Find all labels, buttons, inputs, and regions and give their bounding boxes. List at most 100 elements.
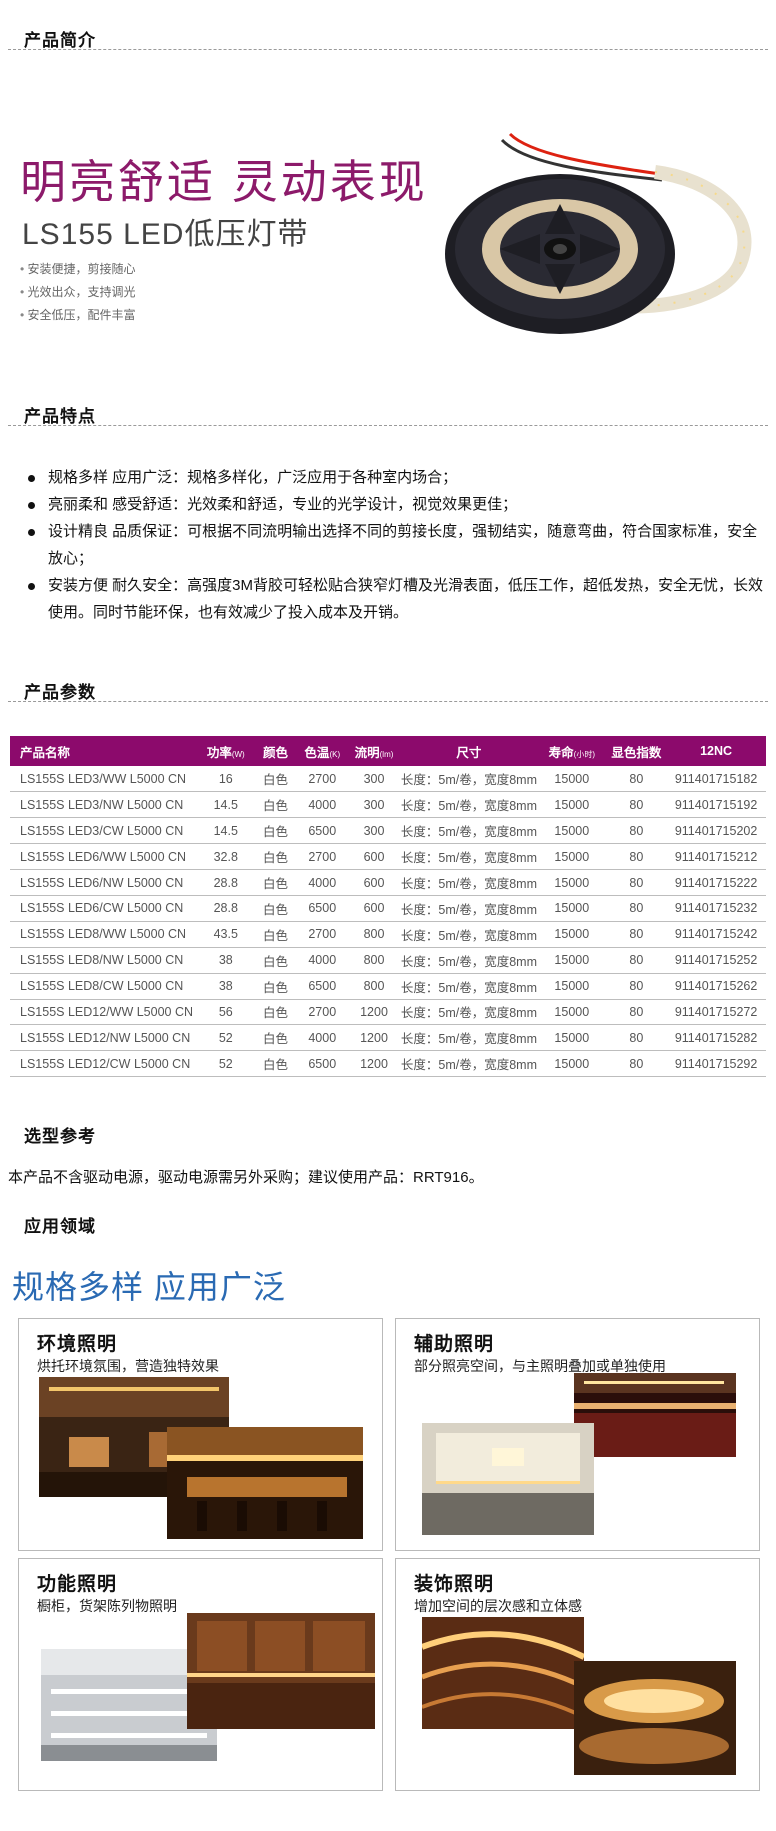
- table-cell: 28.8: [197, 869, 254, 896]
- table-row: LS155S LED12/NW L5000 CN 52 白色 4000 1200 长度：5…: [10, 1024, 766, 1052]
- feature-list: 规格多样 应用广泛：规格多样化，广泛应用于各种室内场合； 亮丽柔和 感受舒适：光…: [26, 464, 766, 626]
- table-cell: 80: [606, 791, 667, 819]
- table-cell: 911401715252: [666, 947, 766, 974]
- table-cell: 15000: [537, 843, 607, 871]
- table-cell: 56: [197, 999, 254, 1026]
- dashed-divider: [8, 49, 768, 50]
- table-cell: LS155S LED6/NW L5000 CN: [10, 869, 198, 896]
- table-cell: 15000: [537, 1024, 607, 1052]
- table-row: LS155S LED8/CW L5000 CN 38 白色 6500 800 长度：5m/…: [10, 973, 766, 1000]
- application-card-functional: 功能照明 橱柜，货架陈列物照明: [18, 1558, 383, 1791]
- table-cell: 长度：5m/卷，宽度8mm: [400, 999, 537, 1026]
- table-cell: 300: [347, 817, 401, 845]
- table-cell: 80: [606, 817, 667, 845]
- feature-item: 安装方便 耐久安全：高强度3M背胶可轻松贴合狭窄灯槽及光滑表面，低压工作，超低发…: [28, 572, 766, 626]
- table-row: LS155S LED12/WW L5000 CN 56 白色 2700 1200 长度：5…: [10, 999, 766, 1026]
- table-cell: 800: [347, 973, 401, 1000]
- table-cell: 911401715222: [666, 869, 766, 896]
- table-cell: 28.8: [197, 895, 254, 922]
- table-cell: LS155S LED8/NW L5000 CN: [10, 947, 198, 974]
- table-cell: 600: [347, 895, 401, 922]
- table-cell: 32.8: [197, 843, 254, 871]
- table-cell: 911401715202: [666, 817, 766, 845]
- section-header-params: 产品参数: [0, 670, 776, 704]
- hero-bullet: 安全低压，配件丰富: [20, 304, 136, 327]
- card-title: 辅助照明: [414, 1334, 495, 1355]
- column-header-label: 寿命: [548, 745, 574, 760]
- column-header-label: 功率: [206, 745, 232, 760]
- table-row: LS155S LED8/WW L5000 CN 43.5 白色 2700 800 长度：5…: [10, 921, 766, 948]
- table-cell: 80: [606, 766, 667, 793]
- table-row: LS155S LED6/WW L5000 CN 32.8 白色 2700 600 长度：5…: [10, 843, 766, 871]
- table-cell: 白色: [253, 947, 298, 974]
- column-header: 产品名称: [10, 736, 198, 766]
- application-card-ambient: 环境照明 烘托环境氛围，营造独特效果: [18, 1318, 383, 1551]
- table-row: LS155S LED6/NW L5000 CN 28.8 白色 4000 600 长度：5…: [10, 869, 766, 896]
- table-cell: 80: [606, 1024, 667, 1052]
- card-description: 烘托环境氛围，营造独特效果: [37, 1358, 219, 1374]
- column-header-label: 12NC: [700, 744, 733, 758]
- table-cell: 4000: [297, 947, 348, 974]
- table-cell: 长度：5m/卷，宽度8mm: [400, 895, 537, 922]
- wave-ceiling-photo: [574, 1661, 736, 1775]
- table-cell: 15000: [537, 973, 607, 1000]
- column-header: 12NC: [666, 736, 766, 766]
- table-cell: 38: [197, 973, 254, 1000]
- table-cell: 911401715192: [666, 791, 766, 819]
- column-header-unit: (W): [231, 749, 245, 759]
- table-cell: LS155S LED8/CW L5000 CN: [10, 973, 198, 1000]
- feature-item: 规格多样 应用广泛：规格多样化，广泛应用于各种室内场合；: [28, 464, 766, 491]
- table-cell: 80: [606, 973, 667, 1000]
- table-cell: 911401715282: [666, 1024, 766, 1052]
- table-cell: 2700: [297, 999, 348, 1026]
- section-header-selection: 选型参考: [0, 1114, 776, 1148]
- table-cell: 4000: [297, 869, 348, 896]
- table-cell: 白色: [253, 817, 298, 845]
- application-card-auxiliary: 辅助照明 部分照亮空间，与主照明叠加或单独使用: [395, 1318, 760, 1551]
- table-cell: 4000: [297, 1024, 348, 1052]
- table-cell: 16: [197, 766, 254, 793]
- table-cell: 80: [606, 843, 667, 871]
- table-cell: 长度：5m/卷，宽度8mm: [400, 791, 537, 819]
- section-header-application: 应用领域: [0, 1204, 776, 1238]
- card-title: 装饰照明: [414, 1574, 495, 1595]
- table-cell: 800: [347, 921, 401, 948]
- table-cell: 15000: [537, 766, 607, 793]
- column-header-label: 显色指数: [611, 745, 662, 760]
- application-card-decorative: 装饰照明 增加空间的层次感和立体感: [395, 1558, 760, 1791]
- section-title: 应用领域: [24, 1217, 96, 1236]
- table-cell: 2700: [297, 766, 348, 793]
- table-cell: 911401715232: [666, 895, 766, 922]
- section-header-features: 产品特点: [0, 394, 776, 428]
- table-cell: 80: [606, 947, 667, 974]
- table-cell: 80: [606, 999, 667, 1026]
- table-body: LS155S LED3/WW L5000 CN 16 白色 2700 300 长度：5m/…: [10, 766, 766, 1078]
- table-cell: 白色: [253, 766, 298, 793]
- table-cell: 白色: [253, 1024, 298, 1052]
- card-title: 环境照明: [37, 1334, 118, 1355]
- column-header: 寿命(小时): [537, 736, 607, 766]
- table-cell: LS155S LED6/CW L5000 CN: [10, 895, 198, 922]
- table-cell: 6500: [297, 895, 348, 922]
- column-header: 显色指数: [606, 736, 667, 766]
- table-cell: 300: [347, 791, 401, 819]
- kitchen-cabinet-photo: [187, 1613, 375, 1729]
- table-cell: 43.5: [197, 921, 254, 948]
- table-cell: 6500: [297, 817, 348, 845]
- table-cell: 白色: [253, 1050, 298, 1078]
- table-cell: 15000: [537, 947, 607, 974]
- table-cell: 15000: [537, 869, 607, 896]
- table-cell: 80: [606, 1050, 667, 1078]
- hero-headline: 明亮舒适 灵动表现: [20, 156, 428, 208]
- table-cell: 长度：5m/卷，宽度8mm: [400, 1050, 537, 1078]
- table-row: LS155S LED6/CW L5000 CN 28.8 白色 6500 600 长度：5…: [10, 895, 766, 922]
- table-cell: 15000: [537, 791, 607, 819]
- table-cell: 白色: [253, 999, 298, 1026]
- table-cell: 长度：5m/卷，宽度8mm: [400, 869, 537, 896]
- table-cell: 15000: [537, 1050, 607, 1078]
- table-cell: LS155S LED3/CW L5000 CN: [10, 817, 198, 845]
- table-cell: 长度：5m/卷，宽度8mm: [400, 973, 537, 1000]
- table-header-row: 产品名称 功率(W) 颜色 色温(K) 流明(lm) 尺寸 寿命(小时) 显色指数 12NC: [10, 736, 766, 766]
- column-header: 颜色: [253, 736, 298, 766]
- table-cell: 白色: [253, 895, 298, 922]
